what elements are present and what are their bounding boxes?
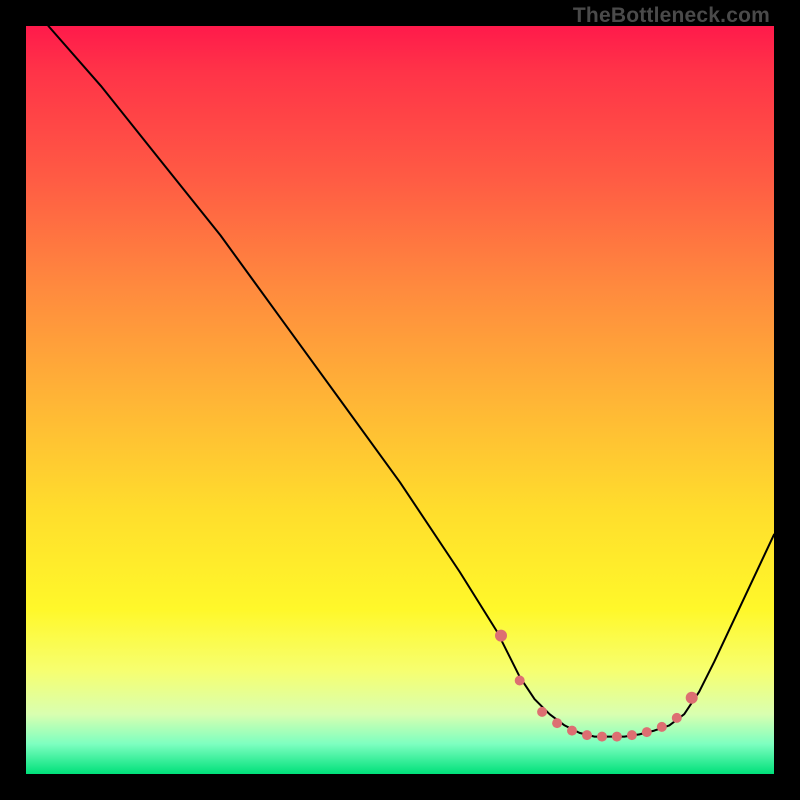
highlight-dot — [537, 707, 547, 717]
highlight-dot — [642, 727, 652, 737]
chart-svg — [26, 26, 774, 774]
highlight-dot — [597, 732, 607, 742]
highlight-dot — [552, 718, 562, 728]
highlight-dot — [657, 722, 667, 732]
highlight-dot — [495, 630, 507, 642]
highlight-dot — [515, 676, 525, 686]
bottleneck-curve — [48, 26, 774, 737]
highlight-dot — [567, 726, 577, 736]
highlight-dot — [582, 730, 592, 740]
watermark-text: TheBottleneck.com — [573, 4, 770, 28]
highlight-dot — [686, 692, 698, 704]
highlight-dot — [612, 732, 622, 742]
highlight-dot — [672, 713, 682, 723]
highlight-dot — [627, 730, 637, 740]
chart-plot-area — [26, 26, 774, 774]
